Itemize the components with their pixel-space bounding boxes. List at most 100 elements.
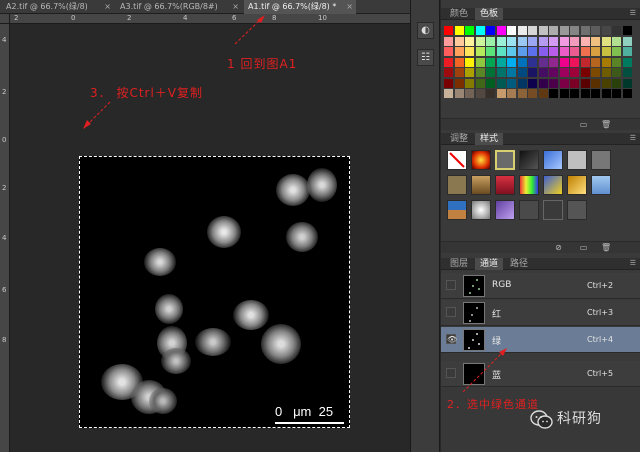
close-icon[interactable]: × [232, 0, 239, 14]
color-swatch[interactable] [496, 36, 506, 46]
color-swatch[interactable] [486, 68, 495, 77]
color-swatch[interactable] [528, 89, 537, 98]
style-tile[interactable] [567, 175, 587, 195]
color-swatch[interactable] [612, 26, 621, 35]
color-swatch[interactable] [507, 68, 516, 77]
color-swatch[interactable] [465, 47, 474, 56]
adjust-panel-icon[interactable]: ☷ [417, 49, 434, 66]
color-swatch[interactable] [570, 26, 579, 35]
color-swatch[interactable] [591, 89, 600, 98]
color-swatch[interactable] [517, 57, 527, 67]
color-swatch[interactable] [538, 89, 548, 98]
color-swatch[interactable] [570, 78, 579, 88]
color-swatch[interactable] [580, 57, 590, 67]
color-swatch[interactable] [549, 26, 558, 35]
color-panel-icon[interactable]: ◐ [417, 22, 434, 39]
color-swatch[interactable] [580, 47, 590, 56]
color-swatch[interactable] [559, 78, 569, 88]
color-swatch[interactable] [538, 57, 548, 67]
color-swatch[interactable] [486, 36, 495, 46]
style-tile[interactable] [471, 200, 491, 220]
color-swatch[interactable] [591, 68, 600, 77]
color-swatch[interactable] [559, 57, 569, 67]
visibility-toggle[interactable] [446, 368, 456, 378]
color-swatch[interactable] [612, 47, 621, 56]
tab-adjustments[interactable]: 调整 [445, 133, 473, 145]
color-swatch[interactable] [570, 89, 579, 98]
style-tile[interactable] [447, 175, 467, 195]
color-swatch[interactable] [454, 26, 464, 35]
color-swatch[interactable] [591, 47, 600, 56]
color-swatch[interactable] [475, 57, 485, 67]
color-swatch[interactable] [517, 78, 527, 88]
color-swatch[interactable] [559, 26, 569, 35]
color-swatch[interactable] [444, 78, 453, 88]
color-swatch[interactable] [465, 57, 474, 67]
color-swatch[interactable] [622, 36, 632, 46]
color-swatch[interactable] [507, 89, 516, 98]
clear-style-icon[interactable]: ⊘ [554, 243, 563, 252]
color-swatch[interactable] [538, 47, 548, 56]
color-swatch[interactable] [601, 89, 611, 98]
style-tile[interactable] [567, 200, 587, 220]
color-swatch[interactable] [622, 89, 632, 98]
color-swatch[interactable] [507, 78, 516, 88]
style-tile[interactable] [495, 150, 515, 170]
tab-channels[interactable]: 通道 [475, 258, 504, 270]
color-swatch[interactable] [496, 68, 506, 77]
color-swatch[interactable] [465, 89, 474, 98]
style-tile[interactable] [495, 200, 515, 220]
style-tile[interactable] [567, 150, 587, 170]
panel-menu-icon[interactable]: ☰ [630, 259, 636, 267]
color-swatch[interactable] [496, 57, 506, 67]
color-swatch[interactable] [454, 78, 464, 88]
color-swatch[interactable] [580, 89, 590, 98]
trash-icon[interactable]: 🗑 [601, 120, 611, 129]
style-tile[interactable] [495, 175, 515, 195]
color-swatch[interactable] [465, 36, 474, 46]
color-swatch[interactable] [549, 36, 558, 46]
style-tile[interactable] [519, 150, 539, 170]
visibility-toggle[interactable] [446, 280, 456, 290]
color-swatch[interactable] [496, 26, 506, 35]
microscopy-image[interactable]: 0 μm 25 [79, 156, 350, 428]
color-swatch[interactable] [601, 26, 611, 35]
color-swatch[interactable] [612, 36, 621, 46]
color-swatch[interactable] [486, 78, 495, 88]
color-swatch[interactable] [622, 57, 632, 67]
color-swatch[interactable] [454, 68, 464, 77]
color-swatch[interactable] [444, 26, 453, 35]
color-swatch[interactable] [528, 36, 537, 46]
visibility-toggle[interactable] [446, 307, 456, 317]
color-swatch[interactable] [528, 26, 537, 35]
color-swatch[interactable] [475, 36, 485, 46]
color-swatch[interactable] [591, 36, 600, 46]
color-swatch[interactable] [517, 68, 527, 77]
color-swatch[interactable] [496, 89, 506, 98]
color-swatch[interactable] [454, 57, 464, 67]
color-swatch[interactable] [622, 26, 632, 35]
style-tile[interactable] [519, 200, 539, 220]
style-tile[interactable] [447, 200, 467, 220]
color-swatch[interactable] [601, 57, 611, 67]
channel-row-green[interactable]: 👁 绿 Ctrl+4 [441, 327, 640, 353]
color-swatch[interactable] [612, 68, 621, 77]
color-swatch[interactable] [475, 78, 485, 88]
style-tile[interactable] [519, 175, 539, 195]
color-swatch[interactable] [528, 68, 537, 77]
color-swatch[interactable] [559, 68, 569, 77]
color-swatch[interactable] [486, 89, 495, 98]
color-swatch[interactable] [528, 57, 537, 67]
color-swatch[interactable] [622, 78, 632, 88]
style-tile[interactable] [471, 150, 491, 170]
color-swatch[interactable] [507, 47, 516, 56]
color-swatch[interactable] [475, 26, 485, 35]
style-tile[interactable] [543, 175, 563, 195]
color-swatch[interactable] [538, 68, 548, 77]
color-swatch[interactable] [475, 68, 485, 77]
tab-styles[interactable]: 样式 [475, 133, 504, 145]
color-swatch[interactable] [475, 89, 485, 98]
color-swatch[interactable] [580, 26, 590, 35]
new-style-icon[interactable]: ▭ [579, 243, 588, 252]
color-swatch[interactable] [496, 47, 506, 56]
